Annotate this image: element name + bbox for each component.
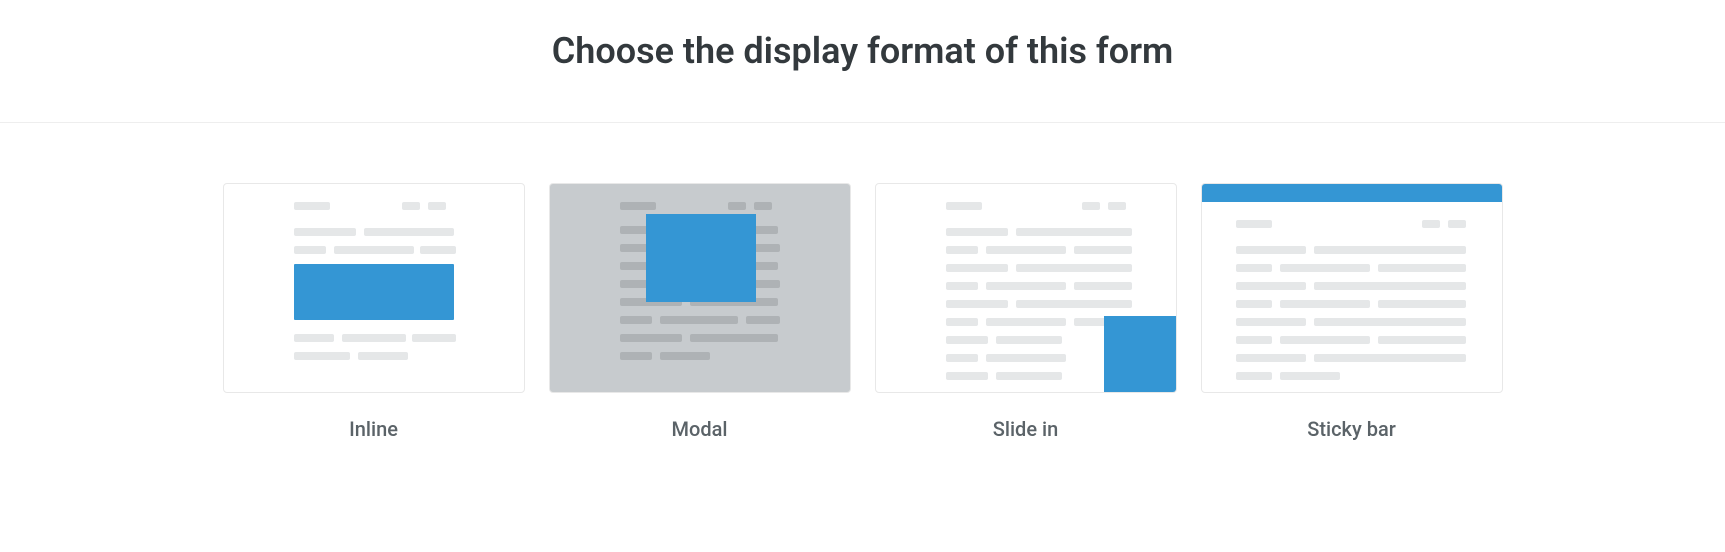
option-inline-preview [223,183,525,393]
option-slidein-preview [875,183,1177,393]
option-modal-label: Modal [672,417,728,441]
page-title: Choose the display format of this form [0,30,1725,72]
stickybar-topbar-icon [1202,184,1502,202]
format-options: Inline [0,123,1725,441]
option-inline[interactable]: Inline [223,183,525,441]
option-modal-preview [549,183,851,393]
option-slidein[interactable]: Slide in [875,183,1177,441]
option-stickybar-label: Sticky bar [1307,417,1396,441]
slidein-rect-icon [1104,316,1176,392]
form-display-format-chooser: Choose the display format of this form [0,0,1725,441]
option-inline-label: Inline [349,417,398,441]
option-stickybar-preview [1201,183,1503,393]
option-slidein-label: Slide in [993,417,1059,441]
option-modal[interactable]: Modal [549,183,851,441]
option-stickybar[interactable]: Sticky bar [1201,183,1503,441]
inline-bar-icon [294,264,454,320]
modal-rect-icon [646,214,756,302]
